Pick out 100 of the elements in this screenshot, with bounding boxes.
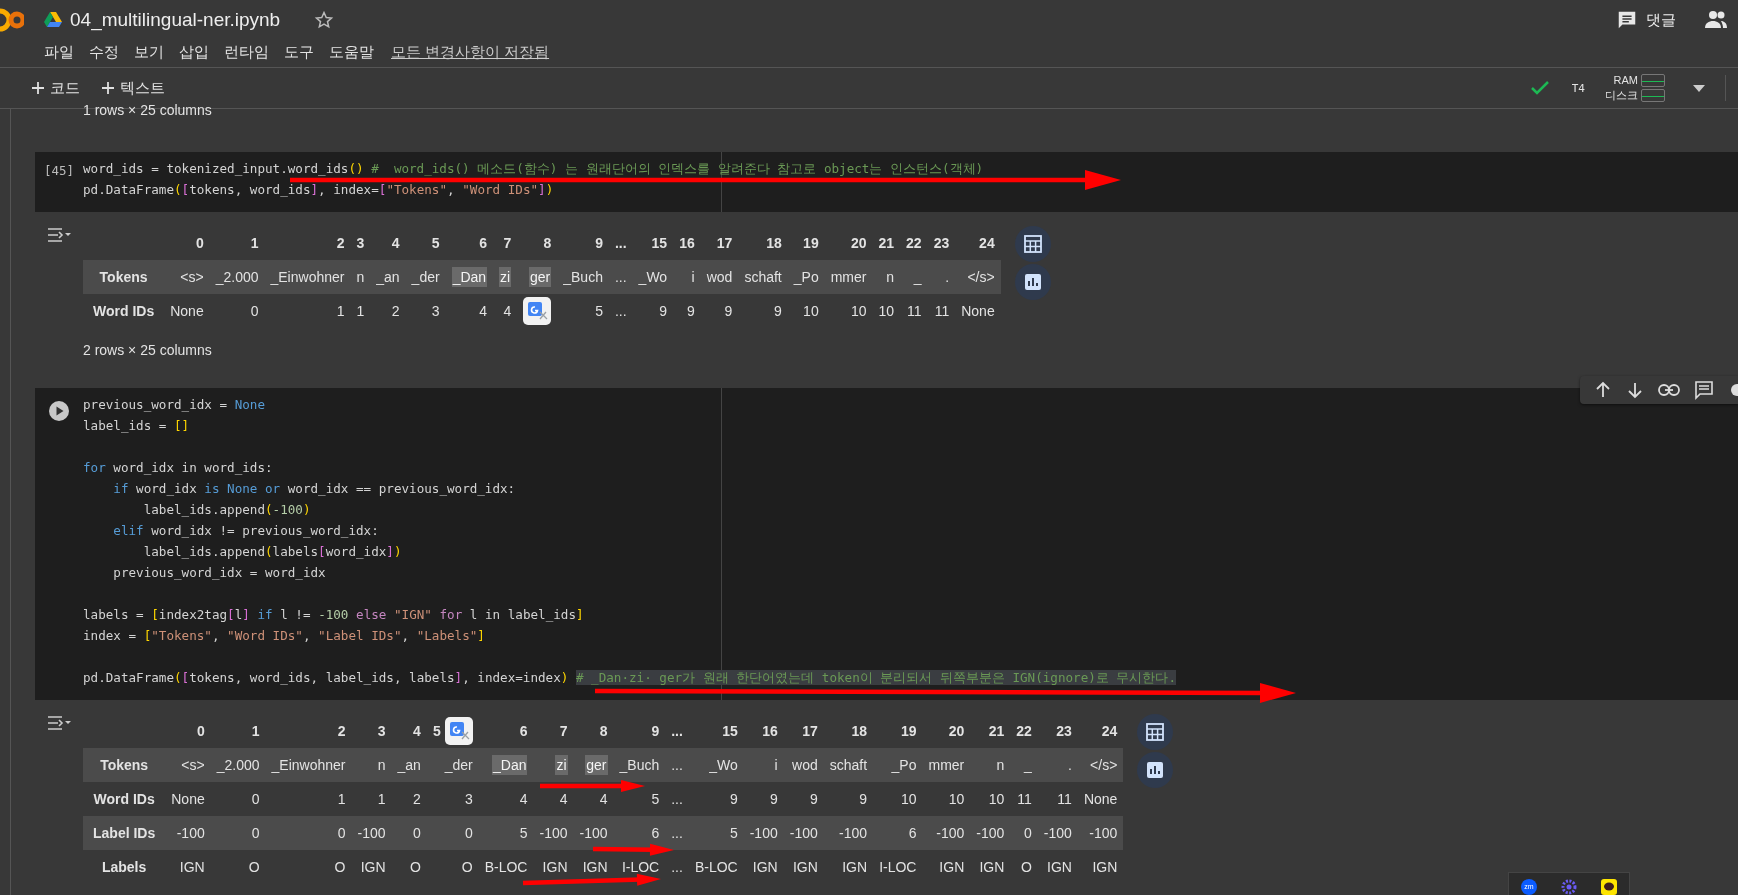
column-header: 7 bbox=[533, 714, 574, 748]
table-cell: n bbox=[350, 260, 371, 294]
table-cell: n bbox=[872, 260, 901, 294]
table-cell: ... bbox=[608, 260, 633, 294]
dropdown-caret-icon[interactable] bbox=[1693, 84, 1705, 92]
column-header: ... bbox=[608, 226, 633, 260]
table-cell: schaft bbox=[823, 748, 874, 782]
translate-icon[interactable] bbox=[444, 717, 473, 745]
column-header: 21 bbox=[970, 714, 1011, 748]
column-header: 9 bbox=[613, 714, 666, 748]
column-header: 6 bbox=[445, 226, 494, 260]
column-header: 17 bbox=[700, 226, 739, 260]
table-cell: _Buch bbox=[557, 260, 609, 294]
chart-icon[interactable] bbox=[1137, 752, 1174, 788]
disk-label: 디스크 bbox=[1605, 87, 1638, 103]
column-header: 15 bbox=[688, 714, 744, 748]
chat-icon[interactable] bbox=[1601, 879, 1617, 895]
table-view-icon[interactable] bbox=[1137, 714, 1174, 750]
table-cell: 11 bbox=[900, 294, 928, 328]
column-header: 24 bbox=[955, 226, 1001, 260]
code-line: labels = [index2tag[l] if l != -100 else "IGN" for l in label_ids] bbox=[83, 606, 584, 624]
table-cell: </s> bbox=[1077, 748, 1124, 782]
table-cell: 0 bbox=[391, 816, 427, 850]
menu-item[interactable]: 보기 bbox=[134, 42, 164, 62]
table-cell: IGN bbox=[783, 850, 824, 884]
table-cell: _2.000 bbox=[210, 748, 266, 782]
column-header: 18 bbox=[823, 714, 874, 748]
table-cell: -100 bbox=[165, 816, 211, 850]
table-cell: 4 bbox=[573, 782, 614, 816]
code-line: label_ids.append(-100) bbox=[142, 501, 311, 519]
people-icon[interactable] bbox=[1704, 10, 1728, 30]
table-cell: 0 bbox=[1010, 816, 1038, 850]
table-cell: B-LOC bbox=[478, 850, 534, 884]
table-cell: IGN bbox=[922, 850, 971, 884]
table-cell: 0 bbox=[210, 816, 266, 850]
table-cell: 11 bbox=[927, 294, 956, 328]
table-cell: _Dan bbox=[478, 748, 534, 782]
table-cell: 9 bbox=[743, 782, 784, 816]
table-cell: <s> bbox=[164, 260, 210, 294]
table-cell: ... bbox=[665, 782, 689, 816]
table-cell: 9 bbox=[688, 782, 744, 816]
table-view-icon[interactable] bbox=[1014, 226, 1051, 262]
move-down-icon[interactable] bbox=[1626, 381, 1644, 399]
table-cell: _Wo bbox=[632, 260, 674, 294]
table-cell: _an bbox=[391, 748, 427, 782]
menu-item[interactable]: 도구 bbox=[284, 42, 314, 62]
code-line: label_ids.append(labels[word_idx]) bbox=[142, 543, 402, 561]
row-header: Word IDs bbox=[83, 782, 166, 816]
table-cell: 9 bbox=[700, 294, 739, 328]
column-header: 2 bbox=[265, 714, 352, 748]
table-cell: 10 bbox=[970, 782, 1011, 816]
comment-button[interactable]: 댓글 bbox=[1610, 5, 1682, 35]
code-line: elif word_idx != previous_word_idx: bbox=[112, 522, 379, 540]
table-cell: None bbox=[955, 294, 1001, 328]
output-toggle-icon[interactable] bbox=[47, 714, 71, 732]
table-cell: mmer bbox=[824, 260, 873, 294]
table-cell: 1 bbox=[264, 294, 351, 328]
menu-item[interactable]: 도움말 bbox=[329, 42, 374, 62]
table-cell: mmer bbox=[922, 748, 971, 782]
menu-item[interactable]: 런타임 bbox=[224, 42, 269, 62]
output-toggle-icon[interactable] bbox=[47, 226, 71, 244]
column-header: 5 bbox=[405, 226, 446, 260]
table-cell: B-LOC bbox=[688, 850, 744, 884]
run-button[interactable] bbox=[48, 400, 70, 422]
table-cell: i bbox=[673, 260, 701, 294]
table-cell: . bbox=[1037, 748, 1078, 782]
plus-icon bbox=[32, 82, 44, 94]
table-cell: ... bbox=[665, 850, 689, 884]
column-header: 23 bbox=[927, 226, 956, 260]
star-icon[interactable] bbox=[314, 10, 335, 30]
add-cell-button[interactable]: 코드 bbox=[28, 76, 84, 100]
save-status-link[interactable]: 모든 변경사항이 저장됨 bbox=[391, 42, 550, 62]
table-cell: 2 bbox=[391, 782, 427, 816]
table-cell: _Buch bbox=[613, 748, 666, 782]
table-cell: 10 bbox=[824, 294, 873, 328]
gear-icon[interactable] bbox=[1561, 879, 1577, 895]
move-up-icon[interactable] bbox=[1594, 381, 1612, 399]
table-cell: 4 bbox=[493, 294, 518, 328]
column-header: 19 bbox=[873, 714, 923, 748]
table-cell: 1 bbox=[351, 782, 392, 816]
notebook-title[interactable]: 04_multilingual-ner.ipynb bbox=[70, 9, 281, 31]
link-icon[interactable] bbox=[1658, 383, 1680, 397]
table-cell: None bbox=[165, 782, 211, 816]
table-cell: 0 bbox=[426, 816, 479, 850]
menu-item[interactable]: 파일 bbox=[44, 42, 74, 62]
table-cell: -100 bbox=[783, 816, 824, 850]
table-cell: zi bbox=[533, 748, 574, 782]
table-cell: 4 bbox=[478, 782, 534, 816]
table-cell: _Wo bbox=[688, 748, 744, 782]
table-cell: 6 bbox=[873, 816, 923, 850]
table-cell: 10 bbox=[873, 782, 923, 816]
translate-icon[interactable] bbox=[523, 297, 552, 325]
table-cell: _Einwohner bbox=[264, 260, 351, 294]
table-cell: 5 bbox=[478, 816, 534, 850]
menu-item[interactable]: 삽입 bbox=[179, 42, 209, 62]
chart-icon[interactable] bbox=[1014, 264, 1051, 300]
table-cell: None bbox=[1077, 782, 1124, 816]
add-cell-button[interactable]: 텍스트 bbox=[98, 76, 169, 100]
comment-icon[interactable] bbox=[1694, 380, 1714, 400]
menu-item[interactable]: 수정 bbox=[89, 42, 119, 62]
